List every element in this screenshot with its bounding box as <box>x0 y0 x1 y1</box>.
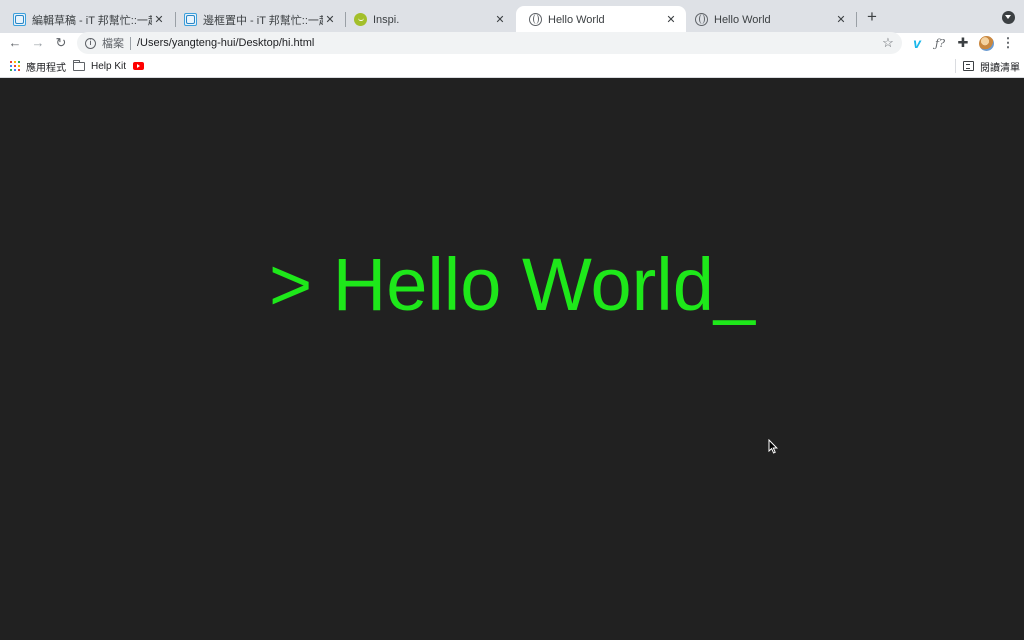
tab-border-center[interactable]: 邊框置中 - iT 邦幫忙::一起幫忙解 ✕ <box>171 6 345 33</box>
reading-list-button[interactable]: 閱讀清單 <box>963 59 1020 74</box>
close-icon[interactable]: ✕ <box>493 13 507 27</box>
bookmark-label: Help Kit <box>91 60 127 72</box>
tab-inspi[interactable]: Inspi. ✕ <box>341 6 515 33</box>
hello-world-text: > Hello World_ <box>268 243 756 326</box>
reading-list-label: 閱讀清單 <box>980 62 1020 74</box>
close-icon[interactable]: ✕ <box>664 13 678 27</box>
reading-list-icon <box>963 61 974 71</box>
tab-edit-draft[interactable]: 編輯草稿 - iT 邦幫忙::一起幫忙解 ✕ <box>0 6 174 33</box>
page-viewport <box>0 79 1024 640</box>
youtube-icon <box>133 62 144 70</box>
vimeo-icon[interactable]: v <box>909 35 925 51</box>
puzzle-icon[interactable]: ✚ <box>955 35 971 51</box>
tab-strip: 編輯草稿 - iT 邦幫忙::一起幫忙解 ✕ 邊框置中 - iT 邦幫忙::一起… <box>0 0 1024 33</box>
ithome-icon <box>184 13 197 26</box>
ithome-icon <box>13 13 26 26</box>
folder-icon <box>72 59 85 71</box>
avatar <box>978 35 994 51</box>
profile-avatar[interactable] <box>978 35 994 51</box>
bookmark-youtube[interactable] <box>133 59 144 73</box>
tab-hello-world[interactable]: Hello World ✕ <box>682 6 856 33</box>
forward-button[interactable]: → <box>30 35 46 51</box>
bookmark-help-kit[interactable]: Help Kit <box>72 59 127 73</box>
bookmark-apps[interactable]: 應用程式 <box>10 59 66 74</box>
new-tab-button[interactable]: + <box>864 8 880 25</box>
tab-search-icon[interactable] <box>1002 11 1015 24</box>
omnibox-divider <box>130 36 131 50</box>
close-icon[interactable]: ✕ <box>323 13 337 27</box>
f-question-icon[interactable]: ƒ? <box>932 35 948 51</box>
inspi-icon <box>354 13 367 26</box>
reload-button[interactable]: ↻ <box>53 35 69 51</box>
address-bar[interactable]: i 檔案 /Users/yangteng-hui/Desktop/hi.html… <box>77 32 902 54</box>
bookmarks-divider <box>955 59 956 73</box>
kebab-menu-icon[interactable]: ⋮ <box>1000 35 1016 51</box>
info-icon[interactable]: i <box>85 37 96 49</box>
tab-title: Hello World <box>714 13 771 26</box>
tab-title: Inspi. <box>373 13 400 26</box>
tab-title: 邊框置中 - iT 邦幫忙::一起幫忙解 <box>203 14 323 27</box>
bookmarks-bar: 應用程式 Help Kit 閱讀清單 <box>0 54 1024 78</box>
close-icon[interactable]: ✕ <box>834 13 848 27</box>
tab-divider <box>856 12 857 27</box>
tab-title: Hello World <box>548 13 605 26</box>
file-scheme-label: 檔案 <box>102 38 124 50</box>
tab-hello-world-active[interactable]: Hello World ✕ <box>516 6 686 33</box>
back-button[interactable]: ← <box>7 35 23 51</box>
globe-icon <box>695 13 708 26</box>
tab-title: 編輯草稿 - iT 邦幫忙::一起幫忙解 <box>32 14 152 27</box>
globe-icon <box>529 13 542 26</box>
bookmark-label: 應用程式 <box>26 62 66 74</box>
close-icon[interactable]: ✕ <box>152 13 166 27</box>
bookmark-star-icon[interactable]: ☆ <box>881 36 895 50</box>
url-text[interactable]: /Users/yangteng-hui/Desktop/hi.html <box>137 37 881 49</box>
apps-grid-icon <box>10 61 20 71</box>
